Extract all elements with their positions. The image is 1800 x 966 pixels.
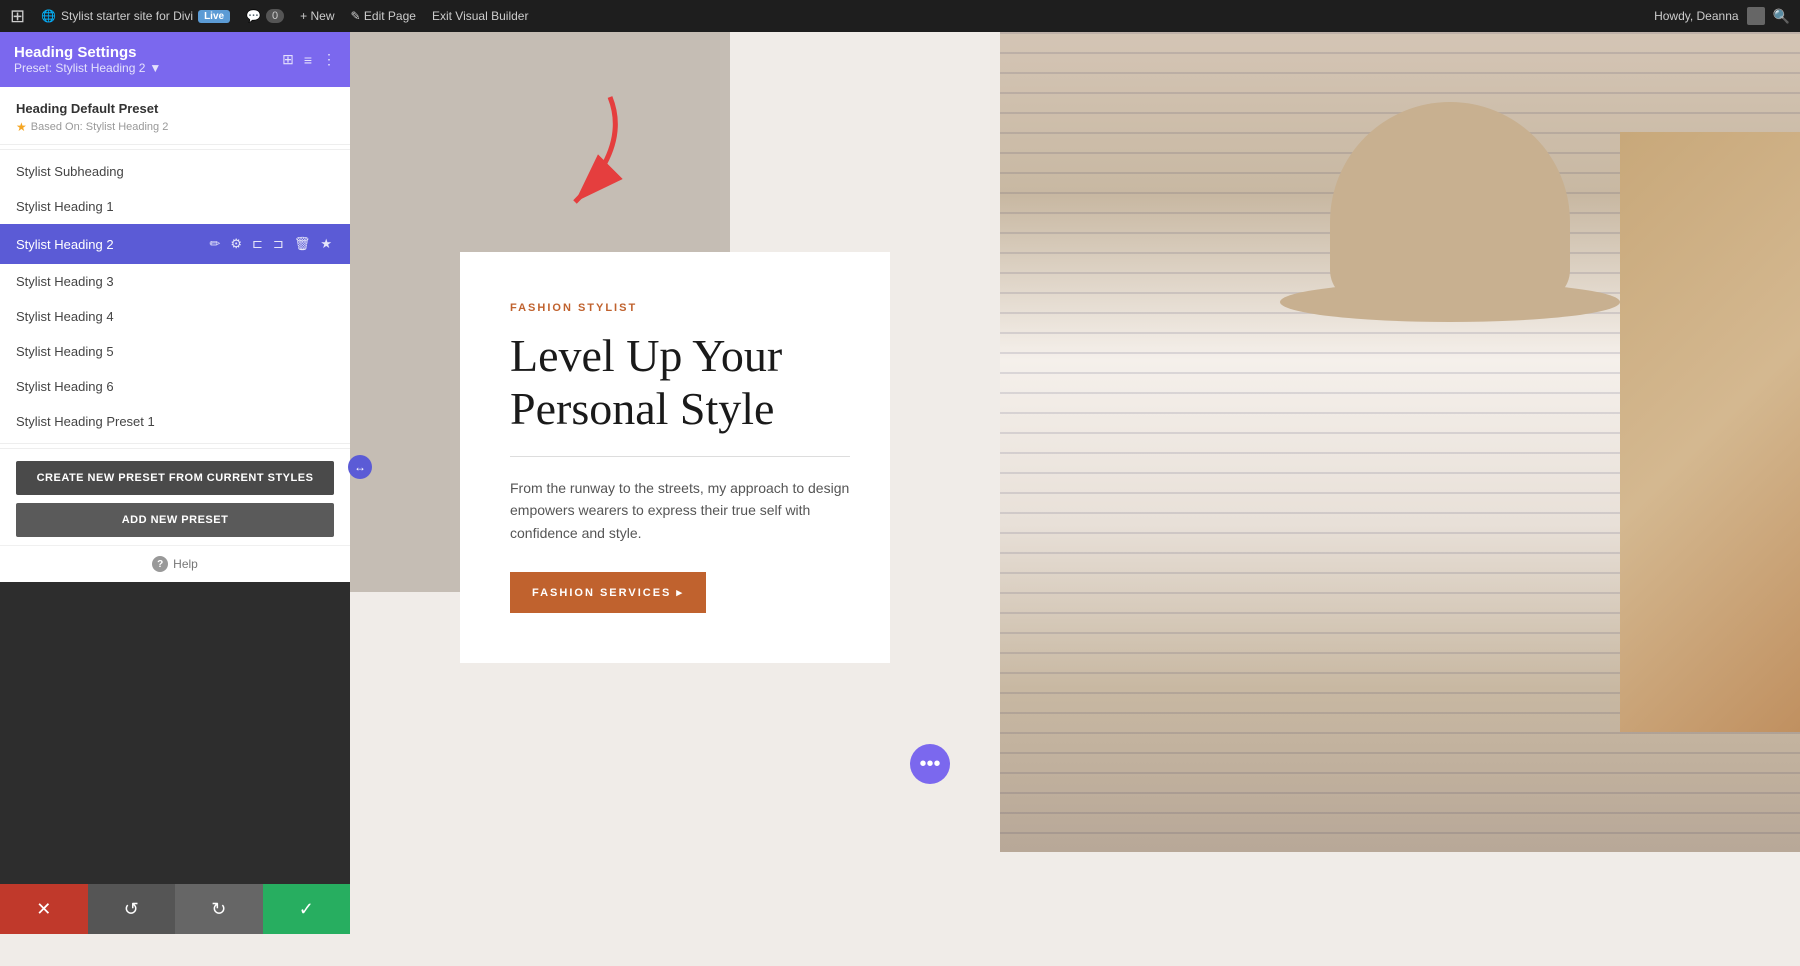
preset-based-on: ★ Based On: Stylist Heading 2 (16, 120, 334, 134)
preset-divider (0, 149, 350, 150)
hero-body: From the runway to the streets, my appro… (510, 477, 850, 544)
panel-layout-icon[interactable]: ⊞ (282, 51, 294, 68)
search-icon[interactable]: 🔍 (1773, 8, 1790, 25)
save-icon: ✓ (299, 899, 314, 920)
preset-buttons-divider (0, 443, 350, 444)
preset-list: Stylist Subheading Stylist Heading 1 Sty… (0, 154, 350, 439)
preset-item-name: Stylist Heading 6 (16, 379, 334, 394)
more-dots-icon: ••• (919, 753, 940, 776)
comment-count: 0 (266, 9, 284, 23)
star-preset-icon[interactable]: ★ (318, 234, 334, 254)
admin-bar: ⊞ 🌐 Stylist starter site for Divi Live 💬… (0, 0, 1800, 32)
right-partial-image (1620, 132, 1800, 732)
hero-subtitle: FASHION STYLIST (510, 302, 850, 314)
edit-preset-icon[interactable]: ✏ (207, 234, 222, 254)
edit-page-link[interactable]: ✎ Edit Page (351, 9, 416, 23)
hero-card: FASHION STYLIST Level Up Your Personal S… (460, 252, 890, 663)
redo-icon: ↻ (211, 899, 226, 920)
comments-link[interactable]: 💬 0 (246, 9, 284, 23)
avatar[interactable] (1747, 7, 1765, 25)
preset-item-heading3[interactable]: Stylist Heading 3 (0, 264, 350, 299)
arm-visual (1620, 132, 1800, 732)
preset-item-name: Stylist Heading Preset 1 (16, 414, 334, 429)
default-preset-title: Heading Default Preset (16, 101, 334, 116)
preset-item-heading5[interactable]: Stylist Heading 5 (0, 334, 350, 369)
chevron-down-icon: ▼ (149, 61, 161, 75)
preset-item-name: Stylist Heading 2 (16, 237, 207, 252)
panel-preset-label[interactable]: Preset: Stylist Heading 2 ▼ (14, 61, 161, 75)
apply-preset-icon[interactable]: ⊏ (250, 234, 265, 254)
preset-item-actions: ✏ ⚙ ⊏ ⊐ 🗑 ★ (207, 234, 334, 254)
add-preset-button[interactable]: ADD NEW PRESET (16, 503, 334, 537)
preset-dropdown: Heading Default Preset ★ Based On: Styli… (0, 87, 350, 582)
howdy-text: Howdy, Deanna (1654, 9, 1739, 23)
exit-visual-builder-link[interactable]: Exit Visual Builder (432, 9, 529, 23)
undo-icon: ↺ (124, 899, 139, 920)
preset-item-heading-preset1[interactable]: Stylist Heading Preset 1 (0, 404, 350, 439)
panel-more-icon[interactable]: ⋮ (322, 51, 336, 68)
hat-shape (1280, 92, 1620, 352)
bottom-toolbar: ✕ ↺ ↻ ✓ (0, 884, 350, 934)
preset-item-name: Stylist Heading 5 (16, 344, 334, 359)
help-label: Help (173, 557, 198, 571)
comment-icon: 💬 (246, 9, 261, 23)
preset-item-name: Stylist Heading 4 (16, 309, 334, 324)
panel-title: Heading Settings (14, 44, 161, 61)
duplicate-preset-icon[interactable]: ⊐ (271, 234, 286, 254)
save-button[interactable]: ✓ (263, 884, 351, 934)
delete-preset-icon[interactable]: 🗑 (292, 234, 313, 254)
more-options-button[interactable]: ••• (910, 744, 950, 784)
panel-columns-icon[interactable]: ≡ (304, 52, 312, 68)
admin-bar-right: Howdy, Deanna 🔍 (1654, 7, 1790, 25)
left-panel: Heading Settings Preset: Stylist Heading… (0, 32, 350, 934)
preset-buttons-section: CREATE NEW PRESET FROM CURRENT STYLES AD… (0, 448, 350, 545)
site-name[interactable]: 🌐 Stylist starter site for Divi Live (41, 9, 230, 23)
redo-button[interactable]: ↻ (175, 884, 263, 934)
new-content-link[interactable]: + New (300, 9, 334, 23)
panel-header-icons: ⊞ ≡ ⋮ (282, 51, 336, 68)
undo-button[interactable]: ↺ (88, 884, 176, 934)
hat-brim (1280, 282, 1620, 322)
panel-header: Heading Settings Preset: Stylist Heading… (0, 32, 350, 87)
panel-header-left: Heading Settings Preset: Stylist Heading… (14, 44, 161, 75)
wordpress-logo-icon[interactable]: ⊞ (10, 6, 25, 27)
preset-item-name: Stylist Heading 3 (16, 274, 334, 289)
site-icon: 🌐 (41, 9, 56, 23)
hat-crown (1330, 102, 1570, 302)
main-content: FASHION STYLIST Level Up Your Personal S… (350, 32, 1800, 934)
preset-item-heading2[interactable]: Stylist Heading 2 ✏ ⚙ ⊏ ⊐ 🗑 ★ (0, 224, 350, 264)
close-button[interactable]: ✕ (0, 884, 88, 934)
hero-title: Level Up Your Personal Style (510, 330, 850, 436)
live-badge: Live (198, 10, 230, 23)
preset-item-heading4[interactable]: Stylist Heading 4 (0, 299, 350, 334)
default-preset-section: Heading Default Preset ★ Based On: Styli… (0, 87, 350, 145)
help-link[interactable]: ? Help (0, 545, 350, 582)
preset-item-heading6[interactable]: Stylist Heading 6 (0, 369, 350, 404)
preset-item-heading1[interactable]: Stylist Heading 1 (0, 189, 350, 224)
hero-divider (510, 456, 850, 457)
settings-preset-icon[interactable]: ⚙ (228, 234, 244, 254)
create-preset-button[interactable]: CREATE NEW PRESET FROM CURRENT STYLES (16, 461, 334, 495)
fashion-services-button[interactable]: FASHION SERVICES ▸ (510, 572, 706, 613)
resize-handle[interactable]: ↔ (348, 455, 372, 479)
preset-item-name: Stylist Heading 1 (16, 199, 334, 214)
star-icon: ★ (16, 120, 27, 134)
resize-icon: ↔ (354, 460, 366, 474)
preset-item-name: Stylist Subheading (16, 164, 334, 179)
close-icon: ✕ (36, 899, 51, 920)
preset-item-subheading[interactable]: Stylist Subheading (0, 154, 350, 189)
help-icon: ? (152, 556, 168, 572)
